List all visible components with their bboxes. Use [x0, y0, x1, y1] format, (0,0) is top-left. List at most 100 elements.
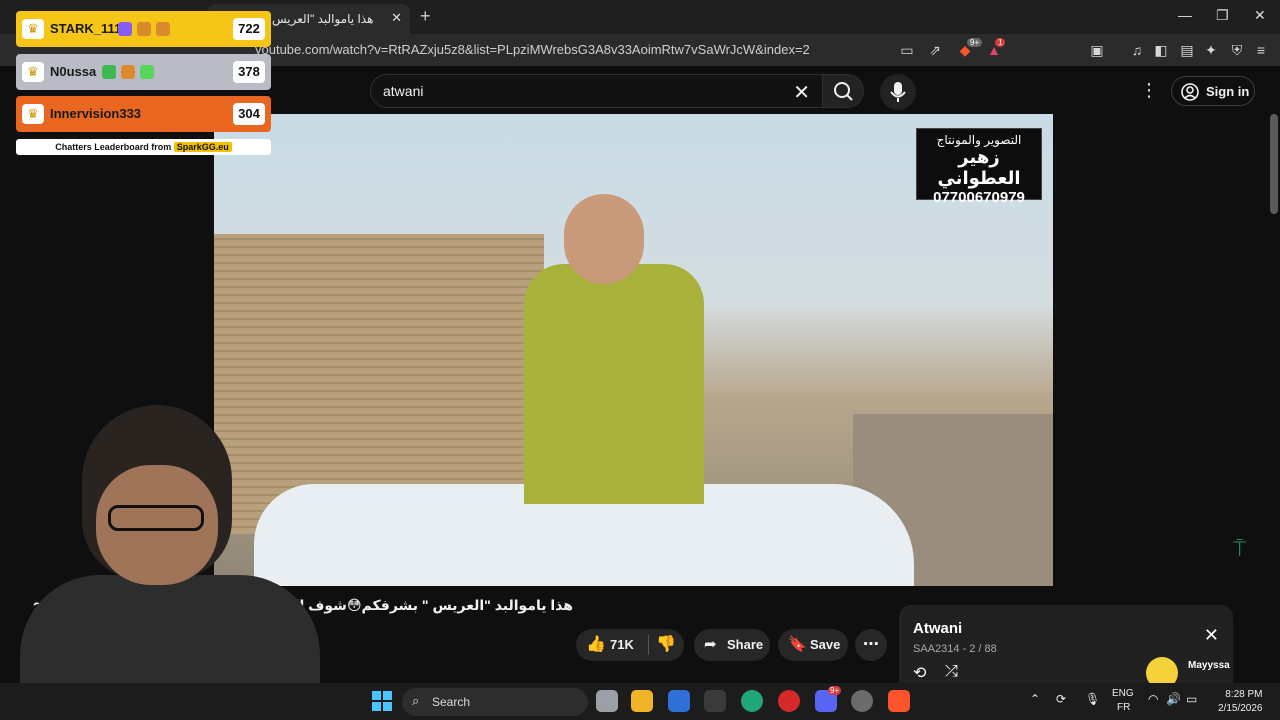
like-count[interactable]: 71K: [610, 637, 634, 652]
vpn-icon[interactable]: ⛨: [1227, 40, 1247, 60]
sign-in-label: Sign in: [1206, 84, 1250, 99]
like-dislike-group: 👍 71K 👎: [576, 629, 684, 661]
clock-time: 8:28 PM: [1225, 689, 1263, 700]
save-icon: 🔖: [788, 636, 807, 653]
mic-icon: [890, 82, 906, 102]
badge-icon: [102, 65, 116, 79]
wallet-icon[interactable]: ▤: [1177, 40, 1197, 60]
leaderboard-name: N0ussa: [50, 64, 97, 79]
video-frame-face: [564, 194, 644, 284]
playlist-panel: Atwani SAA2314 - 2 / 88 ✕ ⟲ ⤮: [899, 605, 1233, 695]
leaderboard-row: ♛ N0ussa 378: [16, 54, 271, 90]
obs-icon[interactable]: [851, 690, 873, 712]
taskbar: ⌕ Search 9+ ⌃ ⟳ 🎙 ENG FR ◠ 🔊 ▭ 8:28 PM 2…: [0, 683, 1280, 720]
share-label: Share: [727, 637, 764, 652]
more-horiz-icon: ⋯: [863, 636, 879, 653]
cast-icon[interactable]: ▭: [897, 40, 917, 60]
video-frame-person: [504, 184, 704, 504]
file-explorer-icon[interactable]: [631, 690, 653, 712]
task-view-icon[interactable]: [596, 690, 618, 712]
watermark-line2: زهير العطواني: [937, 147, 1021, 188]
opera-icon[interactable]: [778, 690, 800, 712]
leaderboard-brand: SparkGG.eu: [173, 142, 232, 152]
page-scrollbar[interactable]: [1270, 114, 1278, 214]
close-window-button[interactable]: ✕: [1254, 7, 1266, 24]
search-value: atwani: [383, 83, 424, 99]
taskbar-search-label: Search: [432, 695, 471, 709]
search-icon: ⌕: [412, 693, 420, 708]
search-input[interactable]: atwani ✕: [370, 74, 822, 108]
dislike-icon[interactable]: 👎: [656, 634, 676, 654]
battery-icon[interactable]: ▭: [1186, 692, 1197, 706]
leaderboard-row: ♛ STARK_111 722: [16, 11, 271, 47]
clear-search-icon[interactable]: ✕: [793, 80, 810, 105]
voice-search-button[interactable]: [880, 74, 916, 110]
save-label: Save: [810, 637, 841, 652]
loop-icon[interactable]: ⟲: [913, 663, 926, 683]
leaderboard-row: ♛ Innervision333 304: [16, 96, 271, 132]
playlist-title[interactable]: Atwani: [913, 620, 962, 637]
more-actions-button[interactable]: ⋯: [855, 629, 887, 661]
leaderboard-footer: Chatters Leaderboard from SparkGG.eu: [16, 139, 271, 155]
save-button[interactable]: 🔖 Save: [778, 629, 848, 661]
reader-icon[interactable]: ▣: [1087, 40, 1107, 60]
badge-icon: [118, 22, 132, 36]
language-bottom[interactable]: FR: [1117, 702, 1130, 713]
share-button[interactable]: ➦ Share: [694, 629, 770, 661]
store-icon[interactable]: [668, 690, 690, 712]
language-top[interactable]: ENG: [1112, 688, 1134, 699]
mic-tray-icon[interactable]: 🎙: [1085, 692, 1100, 706]
video-frame-suit: [524, 264, 704, 504]
maximize-button[interactable]: ❐: [1216, 7, 1229, 24]
webcam-overlay: [0, 405, 320, 720]
search-button[interactable]: [822, 74, 864, 108]
share-icon: ➦: [704, 636, 717, 653]
badge-icon: [140, 65, 154, 79]
brave-icon[interactable]: [888, 690, 910, 712]
sidebar-icon[interactable]: ◧: [1151, 40, 1171, 60]
leaderboard-score: 304: [233, 103, 265, 125]
sync-icon[interactable]: ⟳: [1056, 692, 1066, 706]
discord-badge: 9+: [828, 686, 842, 695]
close-playlist-icon[interactable]: ✕: [1204, 625, 1219, 646]
account-icon: [1181, 83, 1199, 101]
like-icon[interactable]: 👍: [586, 634, 606, 654]
shields-badge: 9+: [967, 38, 983, 47]
wifi-icon[interactable]: ◠: [1148, 692, 1158, 706]
leaderboard-name: STARK_111: [50, 21, 122, 36]
volume-icon[interactable]: 🔊: [1166, 692, 1181, 706]
badge-icon: [121, 65, 135, 79]
leaderboard-score: 722: [233, 18, 265, 40]
clock-date: 2/15/2026: [1218, 703, 1263, 714]
overlay-logo-icon: ⍑: [1233, 536, 1247, 561]
crown-icon: ♛: [22, 104, 44, 124]
follower-name: Mayyssa: [1188, 660, 1230, 671]
tray-chevron-icon[interactable]: ⌃: [1030, 692, 1040, 706]
music-icon[interactable]: ♫: [1127, 40, 1147, 60]
clock[interactable]: 8:28 PM 2/15/2026: [1218, 688, 1263, 716]
edge-icon[interactable]: [741, 690, 763, 712]
tab-close-icon[interactable]: ✕: [391, 10, 402, 26]
video-watermark: التصوير والمونتاج زهير العطواني 07700670…: [916, 128, 1042, 206]
leaderboard-name: Innervision333: [50, 106, 142, 121]
leaderboard-score: 378: [233, 61, 265, 83]
watermark-phone: 07700670979: [933, 189, 1025, 206]
taskbar-search[interactable]: ⌕ Search: [402, 688, 588, 716]
watermark-line1: التصوير والمونتاج: [936, 133, 1022, 147]
share-page-icon[interactable]: ⇗: [925, 40, 945, 60]
crown-icon: ♛: [22, 62, 44, 82]
menu-icon[interactable]: ≡: [1251, 40, 1271, 60]
sign-in-button[interactable]: Sign in: [1171, 76, 1255, 106]
app-icon[interactable]: [704, 690, 726, 712]
url-field[interactable]: youtube.com/watch?v=RtRAZxju5z8&list=PLp…: [255, 42, 810, 57]
leo-ai-icon[interactable]: ✦: [1201, 40, 1221, 60]
search-icon: [834, 82, 853, 101]
more-options-icon[interactable]: ⋮: [1140, 80, 1158, 101]
video-player[interactable]: التصوير والمونتاج زهير العطواني 07700670…: [214, 114, 1053, 586]
playlist-subtitle: SAA2314 - 2 / 88: [913, 643, 997, 655]
shuffle-icon[interactable]: ⤮: [945, 663, 958, 681]
new-tab-button[interactable]: +: [420, 6, 431, 27]
badge-icon: [156, 22, 170, 36]
minimize-button[interactable]: —: [1178, 7, 1192, 23]
windows-start-icon[interactable]: [372, 691, 392, 711]
